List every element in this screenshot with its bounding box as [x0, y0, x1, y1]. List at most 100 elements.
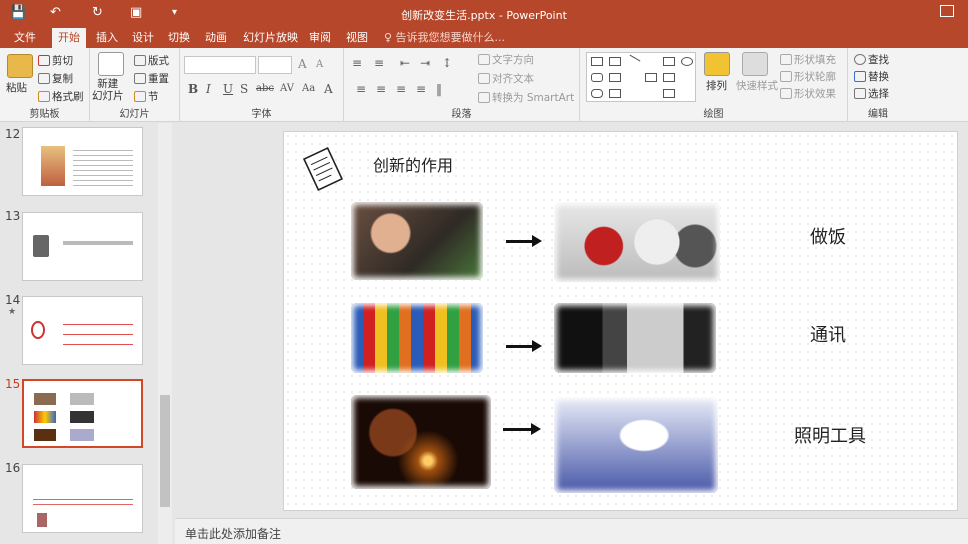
underline-button[interactable]: U [223, 82, 233, 96]
shape-fill-button[interactable]: 形状填充 [780, 52, 836, 67]
scissors-icon [38, 55, 50, 66]
tab-file[interactable]: 文件 [8, 28, 42, 48]
triangle-shape-icon[interactable] [609, 73, 621, 82]
shape-effects-button[interactable]: 形状效果 [780, 86, 836, 101]
find-button[interactable]: 查找 [854, 52, 889, 67]
scrollbar-thumb[interactable] [160, 395, 170, 507]
reset-label: 重置 [148, 73, 169, 85]
decrease-indent-icon[interactable]: ⇤ [400, 56, 410, 70]
slide-thumbnail-15[interactable] [22, 379, 143, 448]
change-case-button[interactable]: Aa [302, 83, 315, 94]
tab-review[interactable]: 审阅 [303, 28, 337, 48]
vertical-textbox-shape-icon[interactable] [609, 57, 621, 66]
tab-insert[interactable]: 插入 [90, 28, 124, 48]
arrow-icon [506, 235, 542, 247]
strikethrough-button[interactable]: abc [256, 83, 274, 94]
increase-indent-icon[interactable]: ⇥ [420, 56, 430, 70]
align-text-button[interactable]: 对齐文本 [478, 71, 534, 86]
align-left-icon[interactable]: ≡ [356, 82, 366, 96]
line-spacing-icon[interactable]: ↕ [442, 56, 452, 70]
thumb-image [31, 321, 45, 339]
numbering-icon[interactable]: ≡ [374, 56, 384, 70]
tab-view[interactable]: 视图 [340, 28, 374, 48]
align-right-icon[interactable]: ≡ [396, 82, 406, 96]
align-center-icon[interactable]: ≡ [376, 82, 386, 96]
bold-button[interactable]: B [188, 82, 198, 96]
align-text-label: 对齐文本 [492, 73, 534, 85]
brace-shape-icon[interactable] [663, 89, 675, 98]
slide-title[interactable]: 创新的作用 [373, 152, 453, 176]
current-slide[interactable]: 创新的作用 做饭 通讯 照明工具 [283, 131, 958, 511]
grow-font-icon[interactable]: A [298, 57, 307, 71]
arrange-button[interactable]: 排列 [706, 78, 727, 93]
paragraph-group: ≡ ≡ ⇤ ⇥ ↕ ≡ ≡ ≡ ≡ ‖ 文字方向 对齐文本 转换为 SmartA… [344, 48, 580, 122]
shapes-gallery[interactable] [586, 52, 696, 102]
quick-styles-icon[interactable] [742, 52, 768, 76]
line-shape-icon[interactable] [625, 54, 641, 69]
slide-thumbnail-16[interactable] [22, 464, 143, 533]
shadow-button[interactable]: S [240, 82, 248, 96]
cut-label: 剪切 [52, 55, 73, 67]
arrow-up-shape-icon[interactable] [663, 73, 675, 82]
bullets-icon[interactable]: ≡ [352, 56, 362, 70]
textbox-shape-icon[interactable] [591, 57, 603, 66]
smartart-label: 转换为 SmartArt [492, 92, 575, 104]
font-color-button[interactable]: A [324, 82, 333, 96]
replace-button[interactable]: 替换 [854, 69, 889, 84]
thumb-image [70, 429, 94, 441]
slide-thumbnail-13[interactable] [22, 212, 143, 281]
font-size-field[interactable] [258, 56, 292, 74]
new-slide-icon[interactable] [98, 52, 124, 76]
thumb-text [33, 495, 133, 505]
font-name-field[interactable] [184, 56, 256, 74]
columns-icon[interactable]: ‖ [436, 82, 442, 96]
title-bar: 💾 ↶ ↻ ▣ ▾ 创新改变生活.pptx - PowerPoint [0, 0, 968, 28]
italic-button[interactable]: I [206, 82, 211, 96]
callout-shape-icon[interactable] [591, 89, 603, 98]
shape-outline-button[interactable]: 形状轮廓 [780, 69, 836, 84]
arrow-right-shape-icon[interactable] [645, 73, 657, 82]
format-painter-button[interactable]: 格式刷 [38, 89, 84, 104]
tab-animations[interactable]: 动画 [199, 28, 233, 48]
rounded-rectangle-shape-icon[interactable] [591, 73, 603, 82]
notes-pane[interactable]: 单击此处添加备注 [175, 518, 968, 544]
slides-panel: 12 13 14 ★ 15 16 [0, 123, 175, 544]
clipboard-group: 粘贴 剪切 复制 格式刷 剪贴板 [0, 48, 90, 122]
section-button[interactable]: 节 [134, 89, 159, 104]
cut-button[interactable]: 剪切 [38, 53, 73, 68]
shape-effects-label: 形状效果 [794, 88, 836, 100]
new-slide-button[interactable]: 新建 幻灯片 [92, 78, 124, 102]
ribbon-display-options-icon[interactable] [940, 5, 954, 17]
reset-button[interactable]: 重置 [134, 71, 169, 86]
slide-thumbnail-14[interactable] [22, 296, 143, 365]
slides-panel-scrollbar[interactable] [158, 123, 172, 544]
slide-thumbnail-12[interactable] [22, 127, 143, 196]
paste-button[interactable]: 粘贴 [6, 80, 27, 95]
copy-button[interactable]: 复制 [38, 71, 73, 86]
brush-icon [38, 91, 50, 102]
character-spacing-button[interactable]: AV [280, 83, 294, 94]
layout-button[interactable]: 版式 [134, 53, 169, 68]
arrange-icon[interactable] [704, 52, 730, 76]
tab-design[interactable]: 设计 [126, 28, 160, 48]
tab-transitions[interactable]: 切换 [162, 28, 196, 48]
oval-shape-icon[interactable] [681, 57, 693, 66]
quick-styles-button[interactable]: 快速样式 [736, 78, 778, 93]
freeform-shape-icon[interactable] [609, 89, 621, 98]
justify-icon[interactable]: ≡ [416, 82, 426, 96]
text-direction-icon [478, 54, 490, 65]
select-button[interactable]: 选择 [854, 86, 889, 101]
thumb-text [63, 241, 133, 245]
rectangle-shape-icon[interactable] [663, 57, 675, 66]
smartart-button[interactable]: 转换为 SmartArt [478, 90, 574, 105]
shrink-font-icon[interactable]: A [316, 59, 323, 70]
text-direction-button[interactable]: 文字方向 [478, 52, 534, 67]
pen-icon [780, 71, 792, 82]
thumb-image [70, 393, 94, 405]
slide-number-13: 13 [5, 209, 21, 223]
tell-me-search[interactable]: ♀ 告诉我您想要做什么... [384, 28, 505, 48]
slide-number-14: 14 [5, 293, 21, 307]
tab-home[interactable]: 开始 [52, 28, 86, 48]
paste-icon[interactable] [7, 54, 33, 78]
tab-slideshow[interactable]: 幻灯片放映 [237, 28, 304, 48]
